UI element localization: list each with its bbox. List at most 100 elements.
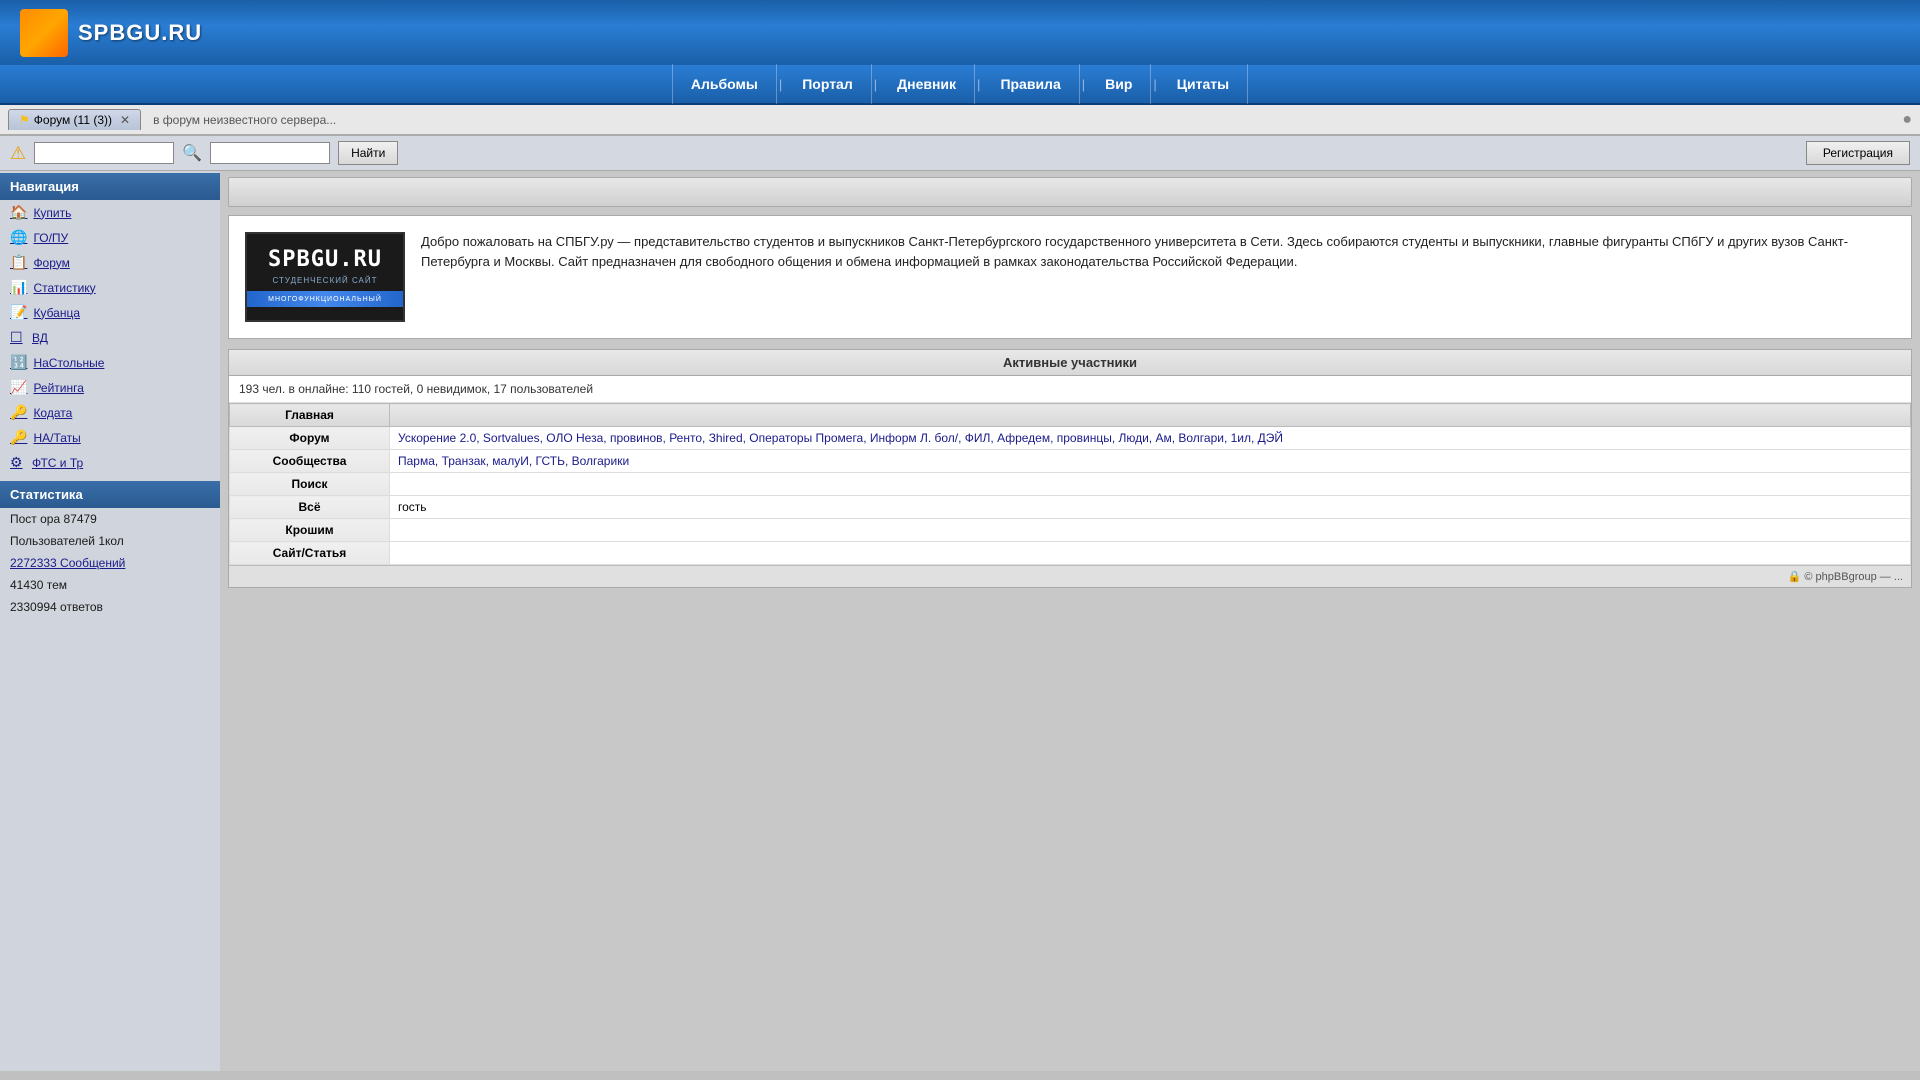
sidebar-stats-header: Статистика [0,481,220,508]
phpbb-icon: 🔒 [1788,571,1802,583]
stat-otvetov: 2330994 ответов [0,596,220,618]
page-header-bar [228,177,1912,207]
sidebar-item-fts[interactable]: ⚙ ФТС и Тр [0,450,220,475]
stats-icon: 📊 [10,279,27,296]
sidebar-item-label: Кодата [33,406,72,420]
sidebar-item-label: ФТС и Тр [32,456,83,470]
find-input[interactable] [210,142,330,164]
stat-postor: Пост ора 87479 [0,508,220,530]
row-label-vse: Всё [230,496,390,519]
table-row: Сайт/Статья [230,542,1911,565]
search-input[interactable] [34,142,174,164]
row-value-sayt [390,542,1911,565]
key-icon: 🔑 [10,404,27,421]
row-label-poisk: Поиск [230,473,390,496]
active-users-section: Активные участники 193 чел. в онлайне: 1… [228,349,1912,588]
site-logo-text: SPBGU.RU [268,247,382,272]
sidebar-item-nastolnye[interactable]: 🔢 НаСтольные [0,350,220,375]
edit-icon: 📝 [10,304,27,321]
toolbar: ⚑ Форум (11 (3)) ✕ в форум неизвестного … [0,105,1920,136]
register-button[interactable]: Регистрация [1806,141,1910,165]
sidebar-item-nataty[interactable]: 🔑 НА/Таты [0,425,220,450]
search-icon: 🔍 [182,143,202,163]
sidebar-item-kodata[interactable]: 🔑 Кодата [0,400,220,425]
sidebar-item-kubanets[interactable]: 📝 Кубанца [0,300,220,325]
navbar: Альбомы | Портал | Дневник | Правила | В… [0,65,1920,105]
nav-portal[interactable]: Портал [784,64,872,104]
row-value-poisk [390,473,1911,496]
chart-icon: 📈 [10,379,27,396]
col-header-main: Главная [230,404,390,427]
welcome-text: Добро пожаловать на СПБГУ.ру — представи… [421,232,1895,322]
sidebar-item-reytinga[interactable]: 📈 Рейтинга [0,375,220,400]
url-text: в форум неизвестного сервера... [153,113,336,127]
row-label-kroshim: Крошим [230,519,390,542]
window-close-icon[interactable]: ● [1902,111,1912,129]
row-value-soobshchestva: Парма, Транзак, малуИ, ГСТЬ, Волгарики [390,450,1911,473]
site-header: SPBGU.RU [0,0,1920,65]
sidebar-item-label: НаСтольные [33,356,104,370]
tab-close-icon[interactable]: ✕ [120,113,130,127]
sidebar-item-label: Купить [33,206,71,220]
tab-label: Форум (11 (3)) [34,113,112,127]
row-value-kroshim [390,519,1911,542]
table-row: Всё гость [230,496,1911,519]
sidebar-item-kupit[interactable]: 🏠 Купить [0,200,220,225]
active-users-header: Активные участники [229,350,1911,376]
site-logo-sub: СТУДЕНЧЕСКИЙ САЙТ [272,276,377,285]
row-label-forum: Форум [230,427,390,450]
globe-icon: 🌐 [10,229,27,246]
welcome-box: SPBGU.RU СТУДЕНЧЕСКИЙ САЙТ МНОГОФУНКЦИОН… [228,215,1912,339]
row-label-soobshchestva: Сообщества [230,450,390,473]
table-row: Сообщества Парма, Транзак, малуИ, ГСТЬ, … [230,450,1911,473]
sidebar-item-label: Статистику [33,281,95,295]
sidebar-item-label: ГО/ПУ [33,231,68,245]
sidebar: Навигация 🏠 Купить 🌐 ГО/ПУ 📋 Форум 📊 Ста… [0,171,220,1071]
sidebar-item-label: Рейтинга [33,381,83,395]
sidebar-item-statistiku[interactable]: 📊 Статистику [0,275,220,300]
key2-icon: 🔑 [10,429,27,446]
table-row: Форум Ускорение 2.0, Sortvalues, ОЛО Нез… [230,427,1911,450]
browser-tab[interactable]: ⚑ Форум (11 (3)) ✕ [8,109,141,130]
sidebar-item-label: Форум [33,256,69,270]
sidebar-item-gopu[interactable]: 🌐 ГО/ПУ [0,225,220,250]
table-row: Поиск [230,473,1911,496]
tab-flag-icon: ⚑ [19,113,30,127]
active-users-table: Главная Форум Ускорение 2.0, Sortvalues,… [229,403,1911,565]
sidebar-item-label: НА/Таты [33,431,80,445]
nav-quotes[interactable]: Цитаты [1159,64,1248,104]
row-value-vse: гость [390,496,1911,519]
url-bar: в форум неизвестного сервера... [147,111,1896,129]
site-logo-bar-text: МНОГОФУНКЦИОНАЛЬНЫЙ [268,296,382,303]
site-logo-image: SPBGU.RU СТУДЕНЧЕСКИЙ САЙТ МНОГОФУНКЦИОН… [245,232,405,322]
stat-tem: 41430 тем [0,574,220,596]
nav-vir[interactable]: Вир [1087,64,1151,104]
phpbb-text: © phpBBgroup — ... [1804,571,1903,583]
logo-icon [20,9,68,57]
logo-text: SPBGU.RU [78,20,202,46]
nav-rules[interactable]: Правила [982,64,1079,104]
phpbb-footer: 🔒 © phpBBgroup — ... [229,565,1911,587]
stat-polzovatel: Пользователей 1кол [0,530,220,552]
table-row: Крошим [230,519,1911,542]
row-value-forum: Ускорение 2.0, Sortvalues, ОЛО Неза, про… [390,427,1911,450]
main-layout: Навигация 🏠 Купить 🌐 ГО/ПУ 📋 Форум 📊 Ста… [0,171,1920,1071]
row-label-sayt: Сайт/Статья [230,542,390,565]
sidebar-item-label: Кубанца [33,306,80,320]
sidebar-item-forum[interactable]: 📋 Форум [0,250,220,275]
forum-icon: 📋 [10,254,27,271]
nav-diary[interactable]: Дневник [879,64,975,104]
main-content: SPBGU.RU СТУДЕНЧЕСКИЙ САЙТ МНОГОФУНКЦИОН… [220,171,1920,1071]
checkbox-icon: ☐ [10,329,26,346]
gear-icon: ⚙ [10,454,26,471]
sidebar-nav-header: Навигация [0,173,220,200]
nav-albums[interactable]: Альбомы [672,64,777,104]
sidebar-item-label: ВД [32,331,48,345]
find-button[interactable]: Найти [338,141,398,165]
sidebar-item-vd[interactable]: ☐ ВД [0,325,220,350]
home-icon: 🏠 [10,204,27,221]
number-icon: 🔢 [10,354,27,371]
col-header-empty [390,404,1911,427]
site-logo-bar: МНОГОФУНКЦИОНАЛЬНЫЙ [247,291,403,307]
online-stats: 193 чел. в онлайне: 110 гостей, 0 невиди… [229,376,1911,403]
